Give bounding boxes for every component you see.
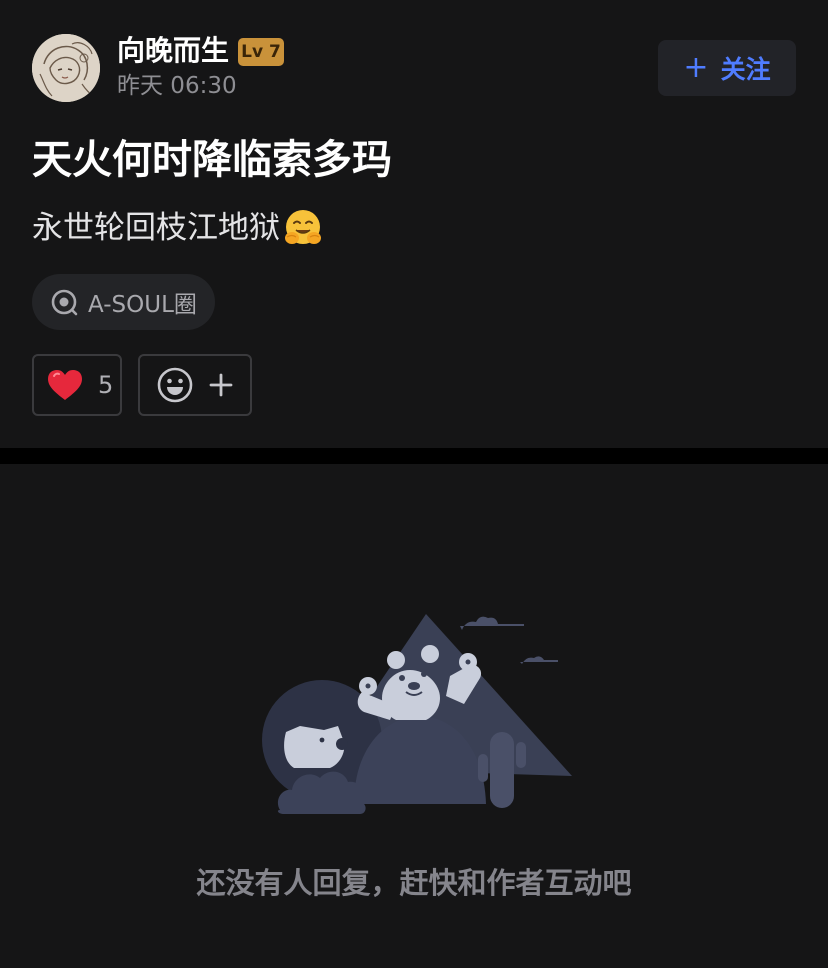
post-title: 天火何时降临索多玛 [32, 137, 392, 183]
heart-icon [48, 370, 82, 400]
follow-button[interactable]: + 关注 [658, 40, 796, 96]
level-badge: Lv 7 [238, 38, 284, 66]
avatar-sketch-icon [32, 34, 100, 102]
author-avatar[interactable] [32, 34, 100, 102]
empty-comments-text: 还没有人回复，赶快和作者互动吧 [196, 866, 632, 900]
section-divider [0, 448, 828, 464]
author-name[interactable]: 向晚而生 [117, 33, 229, 69]
post-body-text: 永世轮回枝江地狱 [32, 210, 280, 246]
empty-comments-illustration-icon [262, 614, 572, 814]
circle-tag[interactable]: A-SOUL圈 [32, 274, 215, 330]
add-reaction-button[interactable] [138, 354, 252, 416]
follow-label: 关注 [720, 55, 771, 84]
like-count: 5 [98, 371, 114, 399]
plus-icon: + [683, 50, 709, 85]
post-card: 向晚而生 Lv 7 昨天 06:30 + 关注 天火何时降临索多玛 永世轮回枝江… [0, 0, 828, 448]
like-reaction-button[interactable]: 5 [32, 354, 122, 416]
circle-at-icon [51, 289, 78, 316]
smiley-icon [157, 367, 193, 403]
post-time: 昨天 06:30 [117, 73, 237, 99]
hugging-face-icon [285, 210, 321, 244]
post-body: 永世轮回枝江地狱 [32, 205, 324, 251]
circle-tag-label: A-SOUL圈 [88, 292, 197, 318]
plus-icon [209, 373, 233, 397]
